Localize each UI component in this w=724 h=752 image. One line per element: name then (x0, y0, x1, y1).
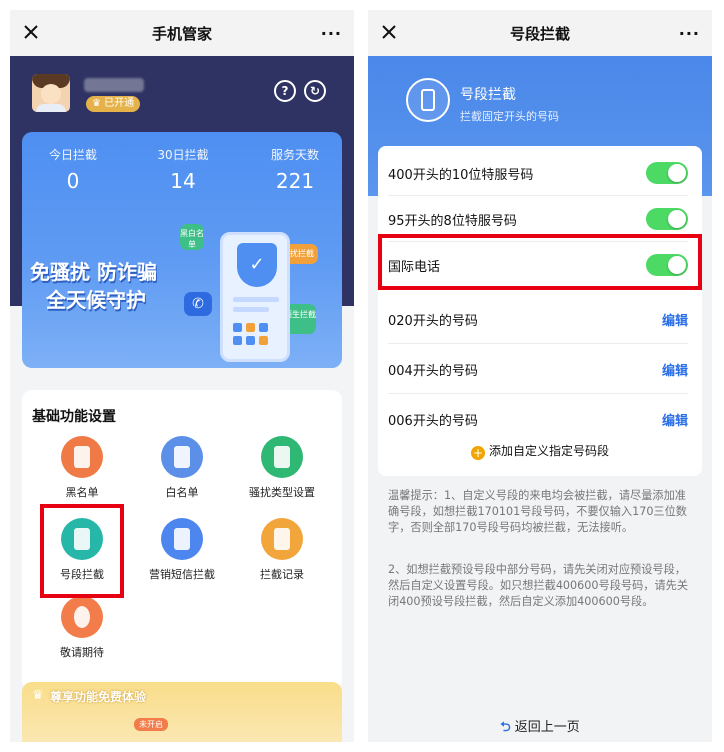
back-link[interactable]: ⮌ 返回上一页 (368, 716, 712, 740)
blurred-username (84, 78, 144, 92)
close-icon[interactable] (20, 21, 42, 43)
coming-soon-button[interactable]: 敬请期待 (32, 596, 132, 660)
more-icon[interactable]: ··· (321, 24, 342, 43)
avatar[interactable] (32, 74, 70, 112)
block-record-button[interactable]: 拦截记录 (232, 518, 332, 582)
edit-link[interactable]: 编辑 (662, 310, 688, 329)
record-icon (261, 518, 303, 560)
segment-list-card: 400开头的10位特服号码 95开头的8位特服号码 国际电话 020开头的号码 … (378, 146, 702, 476)
check-user-icon (161, 436, 203, 478)
shield-check-icon: ✓ (237, 243, 277, 287)
hero-banner: ♛ 已开通 ? ↻ 今日拦截 0 30日拦截 14 服务天数 221 免骚扰 防… (10, 56, 354, 368)
phone-block-icon (261, 436, 303, 478)
status-badge: ♛ 已开通 (86, 96, 141, 112)
phone-screen-right: 号段拦截 ··· 号段拦截 拦截固定开头的号码 400开头的10位特服号码 95… (368, 10, 712, 742)
app-title: 手机管家 (151, 24, 212, 43)
phone-screen-left: 手机管家 ··· ♛ 已开通 ? ↻ 今日拦截 0 30日拦截 14 服务天数 … (10, 10, 354, 742)
basic-settings-card: 基础功能设置 黑名单 白名单 骚扰类型设置 号段拦截 营销短信拦截 拦截记录 敬… (22, 390, 342, 690)
list-item: 006开头的号码 编辑 (388, 394, 688, 444)
stat-service-days: 服务天数 221 (270, 148, 319, 193)
promo-pill: 未开启 (134, 718, 168, 731)
refresh-icon[interactable]: ↻ (304, 80, 326, 102)
phone-call-icon: ✆ (184, 292, 212, 316)
list-item: 004开头的号码 编辑 (388, 344, 688, 394)
section-title: 基础功能设置 (32, 409, 116, 425)
highlight-box (40, 504, 124, 598)
toggle-switch[interactable] (646, 208, 688, 230)
top-bar: 号段拦截 ··· (368, 10, 712, 56)
toggle-switch[interactable] (646, 162, 688, 184)
page-title: 号段拦截 (509, 24, 570, 43)
blacklist-button[interactable]: 黑名单 (32, 436, 132, 500)
tip-text-2: 2、如想拦截预设号段中部分号码，请先关闭对应预设号段，然后自定义设置号段。如只想… (388, 563, 689, 608)
block-user-icon (61, 436, 103, 478)
header-subtitle: 拦截固定开头的号码 (460, 110, 559, 123)
stat-30day: 30日拦截 14 (157, 148, 209, 193)
segment-block-page: 号段拦截 拦截固定开头的号码 400开头的10位特服号码 95开头的8位特服号码… (368, 56, 712, 742)
slogan-line-1: 免骚扰 防诈骗 (30, 260, 157, 284)
phone-illustration: ✓ (220, 232, 290, 362)
stat-today: 今日拦截 0 (48, 148, 97, 193)
slogan-line-2: 全天候守护 (46, 288, 146, 312)
promo-title: 尊享功能免费体验 (50, 690, 147, 704)
crown-icon: ♛ (32, 688, 44, 703)
whitelist-tag: 黑白名单 (180, 224, 204, 250)
question-circle-icon[interactable]: ? (274, 80, 296, 102)
harass-type-button[interactable]: 骚扰类型设置 (232, 436, 332, 500)
close-icon[interactable] (378, 21, 400, 43)
add-segment-button[interactable]: + 添加自定义指定号码段 (378, 442, 702, 460)
more-icon[interactable]: ··· (679, 24, 700, 43)
plus-icon: + (470, 446, 485, 460)
whitelist-button[interactable]: 白名单 (132, 436, 232, 500)
tip-text-1: 温馨提示：1、自定义号段的来电均会被拦截，请尽量添加准确号段，如想拦截17010… (388, 489, 687, 534)
promo-banner[interactable]: ♛ 尊享功能免费体验 未开启 (22, 682, 342, 742)
top-bar: 手机管家 ··· (10, 10, 354, 56)
phone-segment-icon (406, 78, 450, 122)
sms-block-icon (161, 518, 203, 560)
sms-block-button[interactable]: 营销短信拦截 (132, 518, 232, 582)
highlight-box (378, 234, 702, 290)
list-item: 400开头的10位特服号码 (388, 150, 688, 196)
stats-card: 今日拦截 0 30日拦截 14 服务天数 221 免骚扰 防诈骗 全天候守护 黑… (22, 132, 342, 368)
return-icon: ⮌ (500, 720, 511, 735)
list-item: 020开头的号码 编辑 (388, 294, 688, 344)
edit-link[interactable]: 编辑 (662, 410, 688, 429)
edit-link[interactable]: 编辑 (662, 360, 688, 379)
alarm-clock-icon (61, 596, 103, 638)
header-title: 号段拦截 (460, 87, 516, 103)
